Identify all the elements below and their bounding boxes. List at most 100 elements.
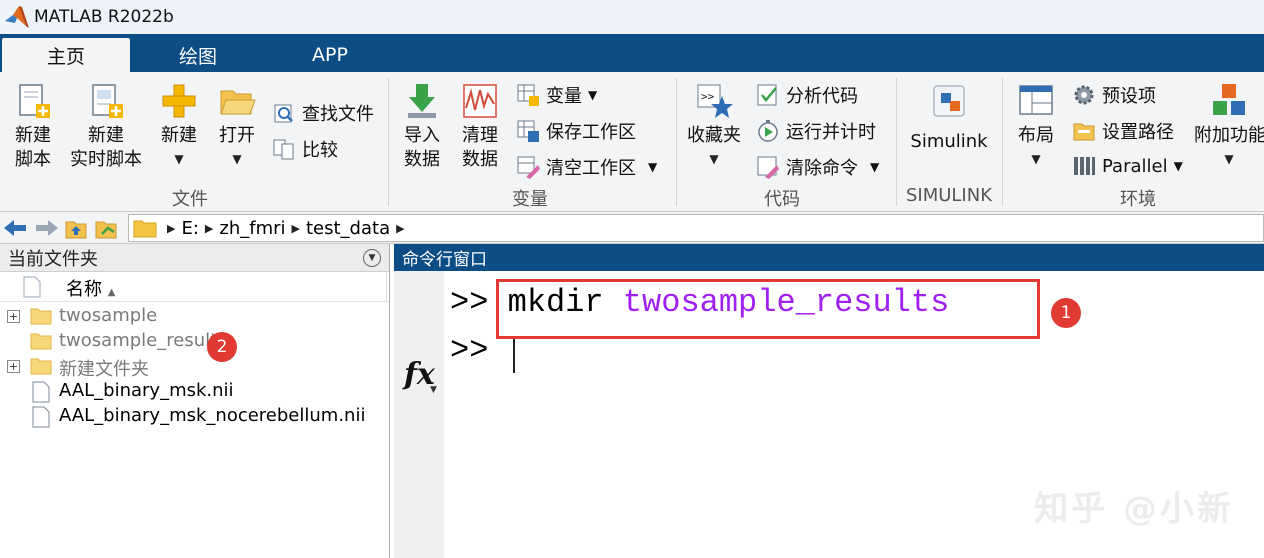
compare-button[interactable]: 比较 bbox=[272, 136, 338, 162]
breadcrumb-drive[interactable]: E: bbox=[181, 218, 198, 239]
breadcrumb-current-folder[interactable]: test_data bbox=[306, 218, 390, 239]
ribbon-separator bbox=[1002, 78, 1003, 206]
layout-button[interactable]: 布局 ▼ bbox=[1010, 82, 1062, 166]
variable-label: 变量 bbox=[546, 86, 582, 107]
file-name: twosample bbox=[59, 305, 158, 326]
favorites-button[interactable]: >> 收藏夹 ▼ bbox=[684, 82, 744, 166]
browse-folder-icon[interactable] bbox=[94, 216, 120, 240]
tab-plots[interactable]: 绘图 bbox=[134, 38, 262, 72]
preferences-button[interactable]: 预设项 bbox=[1072, 82, 1156, 108]
panel-menu-chevron-icon[interactable]: ▼ bbox=[363, 249, 381, 267]
folder-icon bbox=[30, 333, 52, 350]
clean-data-button[interactable]: 清理 数据 bbox=[456, 82, 504, 172]
new-button[interactable]: 新建 ▼ bbox=[154, 82, 204, 166]
new-live-script-icon bbox=[92, 84, 123, 118]
simulink-label: Simulink bbox=[910, 131, 988, 152]
command-window[interactable]: 命令行窗口 fx ▼ >> mkdir twosample_results 1 … bbox=[394, 244, 1264, 558]
breadcrumb-folder[interactable]: zh_fmri bbox=[219, 218, 285, 239]
new-live-script-button[interactable]: 新建 实时脚本 bbox=[66, 82, 146, 172]
clear-workspace-label: 清空工作区 bbox=[546, 158, 636, 179]
command-gutter: fx ▼ bbox=[394, 271, 444, 558]
breadcrumb-arrow-icon: ▶ bbox=[291, 221, 300, 235]
set-path-button[interactable]: 设置路径 bbox=[1072, 118, 1174, 144]
forward-arrow-icon[interactable] bbox=[34, 220, 58, 236]
name-column-header[interactable]: 名称 ▲ bbox=[66, 275, 115, 301]
folder-icon bbox=[30, 308, 52, 325]
annotation-badge-2: 2 bbox=[207, 332, 237, 362]
clear-workspace-button[interactable]: 清空工作区 ▼ bbox=[516, 154, 657, 180]
clean-data-icon bbox=[463, 84, 497, 118]
open-button[interactable]: 打开 ▼ bbox=[212, 82, 262, 166]
tab-apps[interactable]: APP bbox=[266, 38, 394, 72]
save-workspace-icon bbox=[517, 120, 539, 142]
expand-icon[interactable]: + bbox=[7, 360, 20, 373]
new-script-icon bbox=[19, 84, 50, 118]
layout-icon bbox=[1019, 85, 1053, 115]
tab-home[interactable]: 主页 bbox=[2, 38, 130, 72]
list-item[interactable]: + 新建文件夹 bbox=[0, 354, 388, 380]
command-window-header: 命令行窗口 bbox=[394, 244, 1264, 271]
parallel-button[interactable]: Parallel ▼ bbox=[1072, 154, 1183, 178]
prompt: >> bbox=[450, 284, 489, 321]
file-name: AAL_binary_msk_nocerebellum.nii bbox=[59, 405, 366, 426]
file-icon bbox=[32, 406, 50, 428]
environment-group-label: 环境 bbox=[1120, 189, 1156, 210]
breadcrumb-arrow-icon: ▶ bbox=[204, 221, 214, 235]
gear-icon bbox=[1074, 85, 1094, 105]
layout-label: 布局 bbox=[1018, 125, 1054, 146]
compare-label: 比较 bbox=[302, 140, 338, 161]
file-icon bbox=[32, 381, 50, 403]
ribbon-separator bbox=[676, 78, 677, 206]
variable-group-label: 变量 bbox=[512, 189, 548, 210]
run-and-time-label: 运行并计时 bbox=[786, 122, 876, 143]
up-folder-icon[interactable] bbox=[64, 216, 88, 240]
parallel-label: Parallel bbox=[1102, 155, 1168, 177]
ribbon-separator bbox=[388, 78, 389, 206]
chevron-down-icon: ▼ bbox=[174, 152, 184, 166]
set-path-folder-icon bbox=[1073, 123, 1095, 141]
addons-button[interactable]: 附加功能 ▼ bbox=[1194, 82, 1264, 166]
simulink-group-label: SIMULINK bbox=[905, 185, 993, 206]
command-input-line[interactable]: >> bbox=[450, 332, 488, 369]
list-item[interactable]: AAL_binary_msk_nocerebellum.nii bbox=[0, 404, 388, 429]
preferences-label: 预设项 bbox=[1102, 86, 1156, 107]
save-workspace-label: 保存工作区 bbox=[546, 122, 636, 143]
chevron-down-icon: ▼ bbox=[709, 152, 719, 166]
import-data-button[interactable]: 导入 数据 bbox=[398, 82, 446, 172]
expand-icon[interactable]: + bbox=[7, 310, 20, 323]
new-script-label: 新建 脚本 bbox=[15, 125, 51, 170]
code-group-label: 代码 bbox=[764, 189, 800, 210]
clear-commands-icon bbox=[757, 156, 779, 179]
new-variable-icon bbox=[517, 84, 539, 106]
list-item[interactable]: AAL_binary_msk.nii bbox=[0, 379, 388, 404]
breadcrumb-arrow-icon: ▶ bbox=[396, 221, 405, 235]
analyze-code-button[interactable]: 分析代码 bbox=[756, 82, 858, 108]
list-item[interactable]: twosample_results bbox=[0, 329, 388, 354]
file-name: 新建文件夹 bbox=[59, 359, 149, 380]
window-title: MATLAB R2022b bbox=[34, 7, 174, 27]
ribbon-toolstrip: 新建 脚本 新建 实时脚本 新建 ▼ 打开 ▼ 查找文件 比较 文件 导入 数据… bbox=[0, 72, 1264, 212]
column-header: 名称 ▲ bbox=[0, 272, 389, 302]
clear-commands-button[interactable]: 清除命令 ▼ bbox=[756, 154, 879, 180]
new-script-button[interactable]: 新建 脚本 bbox=[6, 82, 60, 172]
chevron-down-icon: ▼ bbox=[430, 385, 437, 395]
folder-icon bbox=[133, 220, 157, 238]
variable-button[interactable]: 变量 ▼ bbox=[516, 82, 597, 108]
favorites-star-icon: >> bbox=[697, 84, 733, 118]
chevron-down-icon: ▼ bbox=[588, 88, 598, 102]
parallel-icon bbox=[1074, 157, 1095, 175]
column-divider bbox=[386, 272, 387, 302]
simulink-button[interactable]: Simulink bbox=[904, 82, 994, 154]
current-folder-title: 当前文件夹 bbox=[8, 248, 98, 270]
current-folder-panel: 当前文件夹 ▼ 名称 ▲ + twosample twosample_resul… bbox=[0, 244, 390, 558]
new-live-script-label: 新建 实时脚本 bbox=[70, 125, 142, 170]
chevron-down-icon: ▼ bbox=[232, 152, 242, 166]
clear-commands-label: 清除命令 bbox=[786, 158, 858, 179]
find-files-button[interactable]: 查找文件 bbox=[272, 100, 374, 126]
list-item[interactable]: + twosample bbox=[0, 304, 388, 329]
path-breadcrumb[interactable]: ▶ E: ▶ zh_fmri ▶ test_data ▶ bbox=[128, 214, 1264, 242]
command-window-title: 命令行窗口 bbox=[402, 250, 487, 270]
back-arrow-icon[interactable] bbox=[4, 220, 28, 236]
save-workspace-button[interactable]: 保存工作区 bbox=[516, 118, 636, 144]
run-and-time-button[interactable]: 运行并计时 bbox=[756, 118, 876, 144]
